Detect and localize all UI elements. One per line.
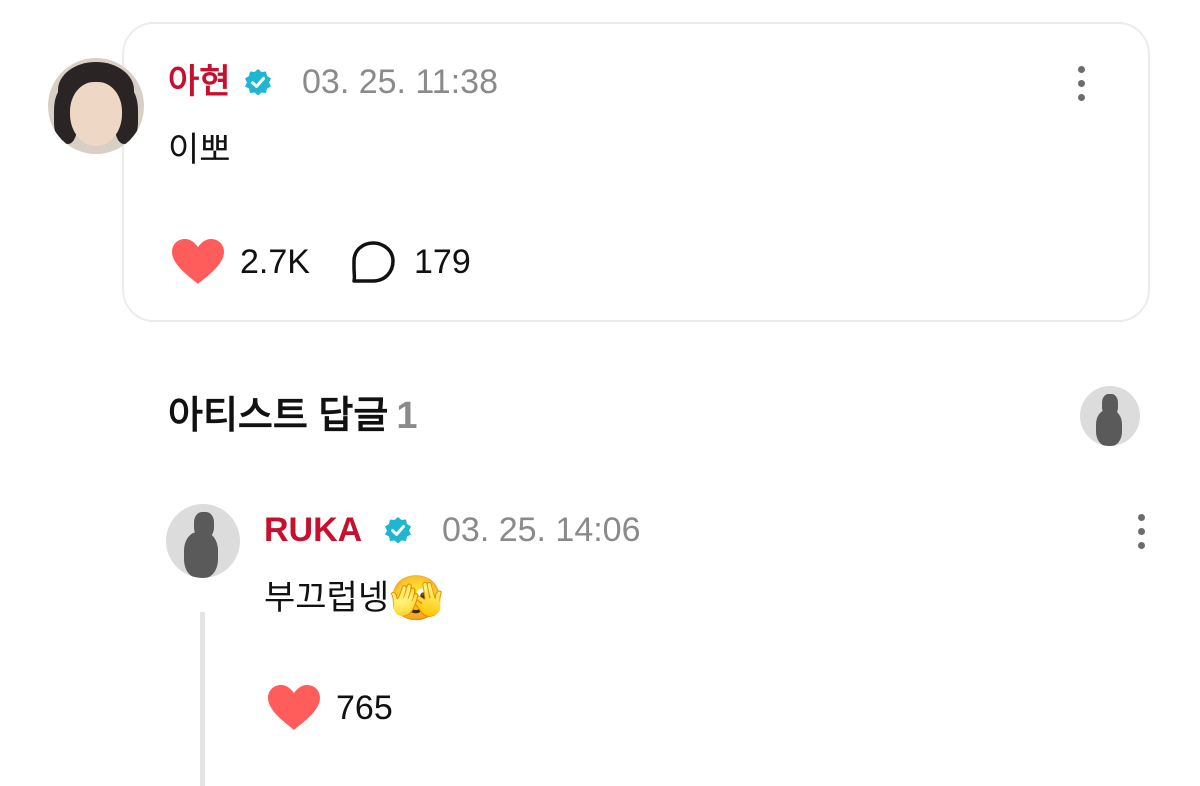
post-more-options-icon[interactable] (1076, 64, 1086, 104)
post-author-name[interactable]: 아현 (168, 62, 231, 102)
heart-icon[interactable] (266, 684, 322, 732)
author-avatar[interactable] (48, 58, 144, 154)
post-timestamp: 03. 25. 11:38 (302, 63, 498, 101)
reply-author-name[interactable]: RUKA (264, 510, 362, 550)
verified-badge-icon (385, 517, 411, 544)
reply-text: 부끄럽넹🫣 (264, 577, 444, 621)
artist-replies-heading: 아티스트 답글 1 (168, 394, 417, 438)
peeking-face-emoji-icon: 🫣 (389, 574, 444, 623)
heart-icon[interactable] (170, 238, 226, 286)
section-title-label: 아티스트 답글 (168, 395, 389, 437)
post-text: 이뽀 (168, 131, 231, 169)
reply-timestamp: 03. 25. 14:06 (442, 511, 641, 549)
artist-filter-avatar[interactable] (1080, 386, 1140, 446)
verified-badge-icon (245, 69, 271, 96)
reply-text-content: 부끄럽넹 (264, 579, 390, 617)
section-reply-count: 1 (396, 395, 418, 437)
reply-thread-line (200, 612, 205, 786)
reply-like-count: 765 (336, 689, 393, 727)
post-comment-count: 179 (414, 243, 471, 281)
reply-more-options-icon[interactable] (1136, 512, 1146, 552)
post-like-count: 2.7K (240, 243, 310, 281)
comment-bubble-icon[interactable] (350, 240, 396, 284)
reply-author-avatar[interactable] (166, 504, 240, 578)
